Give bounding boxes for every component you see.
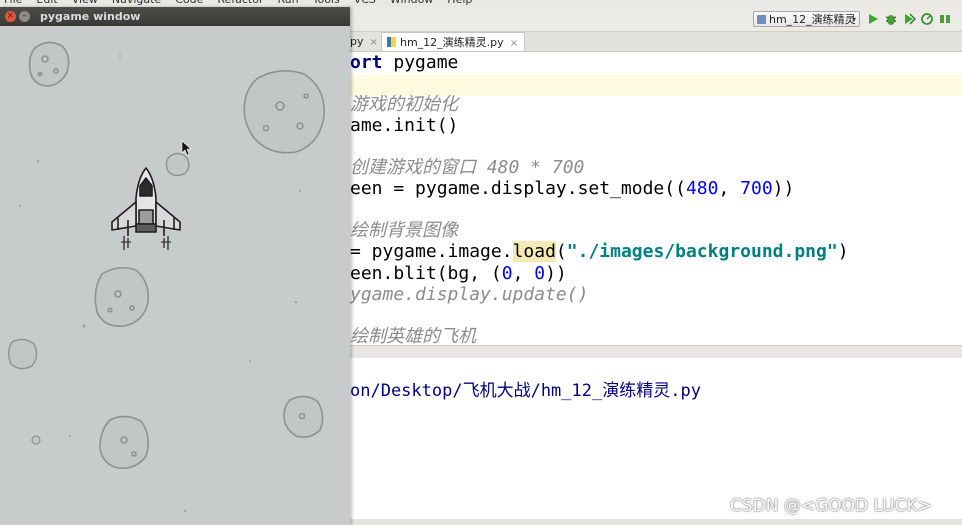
code-token: 绘制背景图像: [350, 220, 458, 241]
run-config-dropdown[interactable]: hm_12_演练精灵 ▾: [753, 11, 860, 27]
menu-item-vcs[interactable]: VCS: [354, 0, 376, 6]
asteroid-icon: [99, 415, 150, 470]
code-token: 创建游戏的窗口 480 * 700: [350, 157, 585, 178]
code-token: )): [772, 178, 795, 199]
hero-plane-icon: [111, 167, 181, 250]
python-file-icon: [387, 37, 396, 47]
code-token: ame.init(): [350, 115, 459, 136]
code-token: load: [512, 241, 556, 262]
tab-label: py: [350, 35, 364, 48]
tool-window-header: [350, 345, 962, 359]
menu-item-run[interactable]: Run: [278, 0, 299, 6]
code-line: ame.init(): [350, 115, 458, 137]
code-line: 绘制背景图像: [350, 220, 458, 242]
code-line: 绘制英雄的飞机: [350, 326, 476, 345]
code-token: ,: [512, 263, 535, 284]
code-line: = pygame.image.load("./images/background…: [350, 241, 849, 263]
debug-icon[interactable]: [884, 12, 898, 26]
console-script-path: on/Desktop/飞机大战/hm_12_演练精灵.py: [350, 381, 701, 401]
menu-item-help[interactable]: Help: [447, 0, 472, 6]
code-token: (: [555, 241, 567, 262]
code-token: "./images/background.png": [566, 241, 838, 262]
menu-item-tools[interactable]: Tools: [313, 0, 340, 6]
menu-item-navigate[interactable]: Navigate: [112, 0, 161, 6]
menu-item-view[interactable]: View: [72, 0, 98, 6]
code-token: )): [545, 263, 567, 284]
menu-item-refactor[interactable]: Refactor: [217, 0, 263, 6]
editor-tab-bar: py × hm_12_演练精灵.py ×: [350, 32, 962, 52]
window-title: pygame window: [40, 10, 141, 23]
code-editor[interactable]: ort pygame 游戏的初始化 ame.init() 创建游戏的窗口 480 * …: [350, 52, 962, 345]
code-line: 游戏的初始化: [350, 94, 458, 116]
asteroid-icon: [28, 41, 70, 87]
code-token: 480: [685, 178, 719, 199]
code-line: 创建游戏的窗口 480 * 700: [350, 157, 584, 179]
concurrency-icon[interactable]: [938, 12, 952, 26]
status-bar: [350, 519, 962, 525]
run-with-coverage-icon[interactable]: [902, 12, 916, 26]
code-token: 0: [501, 263, 513, 284]
code-token: ort: [350, 52, 383, 73]
close-icon[interactable]: ×: [370, 37, 378, 48]
asteroid-icon: [31, 435, 41, 445]
code-line: een.blit(bg, (0, 0)): [350, 263, 567, 285]
code-line: ygame.display.update(): [350, 284, 588, 306]
run-icon[interactable]: [866, 12, 880, 26]
run-config-label: hm_12_演练精灵: [769, 13, 856, 26]
code-token: ygame.display.update(): [350, 284, 589, 305]
menu-items: File Edit View Navigate Code Refactor Run Tools…: [4, 0, 486, 6]
toolbar: hm_12_演练精灵 ▾: [350, 7, 962, 32]
code-token: 绘制英雄的飞机: [350, 326, 476, 345]
code-token: = pygame.image.: [350, 241, 513, 262]
asteroid-icon: [94, 266, 150, 328]
tab-label: hm_12_演练精灵.py: [400, 36, 504, 49]
asteroid-icon: [243, 70, 325, 154]
code-token: een.blit(bg, (: [350, 263, 502, 284]
code-token: ,: [718, 178, 741, 199]
menu-item-edit[interactable]: Edit: [36, 0, 57, 6]
menu-bar: File Edit View Navigate Code Refactor Run Tools…: [0, 0, 962, 7]
close-icon[interactable]: ×: [510, 38, 518, 49]
window-titlebar[interactable]: × – pygame window: [0, 7, 350, 26]
game-canvas[interactable]: [0, 26, 350, 525]
code-token: 游戏的初始化: [350, 94, 458, 115]
asteroid-icon: [283, 395, 324, 438]
run-console[interactable]: on/Desktop/飞机大战/hm_12_演练精灵.py: [350, 358, 962, 519]
code-token: een = pygame.display.set_mode((: [350, 178, 686, 199]
pygame-window[interactable]: × – pygame window: [0, 7, 350, 525]
menu-item-file[interactable]: File: [4, 0, 22, 6]
code-line: ort pygame: [350, 52, 458, 74]
menu-item-window[interactable]: Window: [390, 0, 433, 6]
code-token: 700: [740, 178, 773, 199]
tab-previous-file[interactable]: py ×: [350, 32, 378, 51]
python-config-icon: [757, 15, 766, 24]
code-line: een = pygame.display.set_mode((480, 700)…: [350, 178, 794, 200]
watermark: CSDN @<GOOD LUCK>: [730, 496, 932, 516]
close-window-button[interactable]: ×: [5, 11, 16, 22]
minimize-window-button[interactable]: –: [19, 11, 30, 22]
code-token: ): [837, 241, 849, 262]
menu-item-code[interactable]: Code: [175, 0, 203, 6]
tab-hm-12[interactable]: hm_12_演练精灵.py ×: [381, 32, 526, 51]
profile-icon[interactable]: [920, 12, 934, 26]
caret-line-highlight: [350, 75, 962, 96]
code-token: pygame: [382, 52, 459, 73]
code-token: 0: [534, 263, 546, 284]
asteroid-icon: [8, 338, 38, 370]
chevron-down-icon: ▾: [851, 15, 856, 24]
asteroid-icon: [165, 152, 190, 177]
mouse-cursor-icon: [181, 140, 192, 156]
